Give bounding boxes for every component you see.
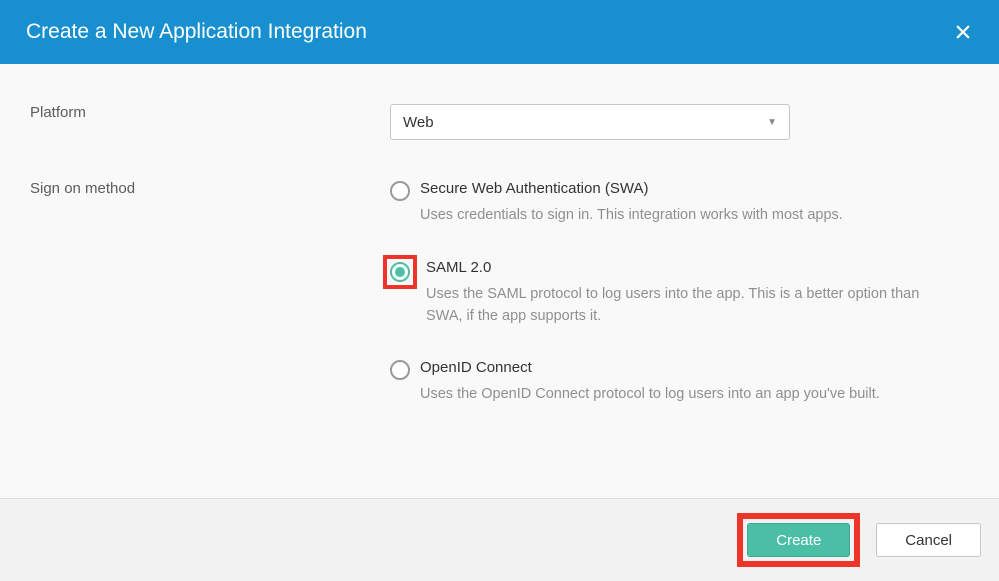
platform-label: Platform — [30, 104, 390, 121]
radio-label-saml: SAML 2.0 — [426, 259, 949, 276]
radio-saml[interactable] — [390, 262, 410, 282]
close-icon — [954, 23, 972, 41]
radio-desc-swa: Uses credentials to sign in. This integr… — [420, 205, 949, 227]
platform-row: Platform Web ▼ — [30, 104, 969, 140]
chevron-down-icon: ▼ — [767, 117, 777, 128]
radio-inner-icon — [395, 267, 405, 277]
signon-row: Sign on method Secure Web Authentication… — [30, 180, 969, 438]
radio-label-oidc: OpenID Connect — [420, 359, 949, 376]
radio-desc-oidc: Uses the OpenID Connect protocol to log … — [420, 384, 949, 406]
platform-select[interactable]: Web ▼ — [390, 104, 790, 140]
highlight-box: Create — [737, 513, 860, 567]
modal-footer: Create Cancel — [0, 498, 999, 581]
modal-title: Create a New Application Integration — [26, 20, 367, 44]
create-app-integration-modal: Create a New Application Integration Pla… — [0, 0, 999, 577]
signon-option-swa: Secure Web Authentication (SWA) Uses cre… — [390, 180, 969, 227]
platform-select-value: Web — [403, 114, 434, 131]
close-button[interactable] — [953, 22, 973, 42]
cancel-button[interactable]: Cancel — [876, 523, 981, 557]
signon-label: Sign on method — [30, 180, 390, 197]
signon-option-oidc: OpenID Connect Uses the OpenID Connect p… — [390, 359, 969, 406]
create-button[interactable]: Create — [747, 523, 850, 557]
modal-body: Platform Web ▼ Sign on method Sec — [0, 64, 999, 498]
radio-swa[interactable] — [390, 181, 410, 201]
modal-header: Create a New Application Integration — [0, 0, 999, 64]
signon-option-saml: SAML 2.0 Uses the SAML protocol to log u… — [390, 259, 969, 328]
radio-label-swa: Secure Web Authentication (SWA) — [420, 180, 949, 197]
highlight-box — [383, 255, 417, 289]
radio-oidc[interactable] — [390, 360, 410, 380]
radio-desc-saml: Uses the SAML protocol to log users into… — [426, 284, 949, 328]
